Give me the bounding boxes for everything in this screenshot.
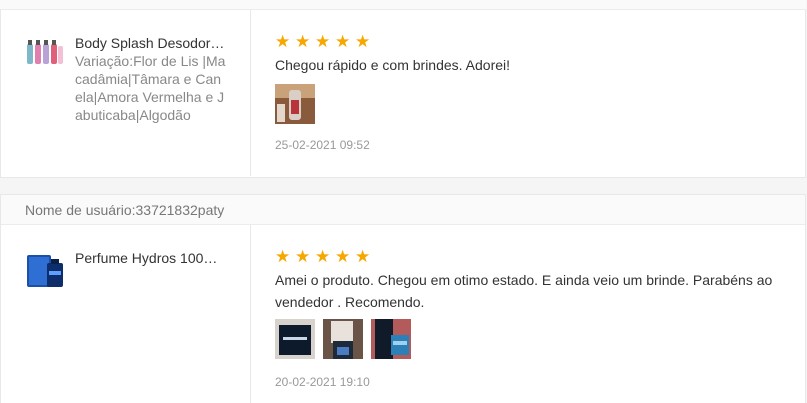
rating-stars: ★ ★ ★ ★ ★ xyxy=(275,247,371,266)
star-icon: ★ xyxy=(275,32,291,51)
product-thumbnail[interactable] xyxy=(25,34,65,74)
star-icon: ★ xyxy=(295,247,311,266)
photo-thumbnail-icon xyxy=(275,319,315,359)
review-username: Nome de usuário:33721832paty xyxy=(1,195,805,225)
star-icon: ★ xyxy=(335,247,351,266)
review-date: 20-02-2021 19:10 xyxy=(275,375,370,389)
review-content: ★ ★ ★ ★ ★ Chegou rápido e com brindes. A… xyxy=(251,10,805,176)
product-thumbnail[interactable] xyxy=(25,249,65,289)
review-card: Body Splash Desodora… Variação:Flor de L… xyxy=(0,10,806,178)
review-card: Nome de usuário:33721832paty Perfume Hyd… xyxy=(0,194,806,403)
perfume-box-icon xyxy=(27,255,63,287)
star-icon: ★ xyxy=(315,32,331,51)
review-photo[interactable] xyxy=(371,319,411,359)
star-icon: ★ xyxy=(355,32,371,51)
product-name[interactable]: Body Splash Desodora… xyxy=(75,34,227,52)
product-variation: Variação:Flor de Lis |Macadâmia|Tâmara e… xyxy=(75,53,226,123)
review-comment: Amei o produto. Chegou em otimo estado. … xyxy=(275,272,773,310)
review-date: 25-02-2021 09:52 xyxy=(275,138,370,152)
photo-thumbnail-icon xyxy=(323,319,363,359)
review-photos xyxy=(275,84,315,124)
review-comment: Chegou rápido e com brindes. Adorei! xyxy=(275,57,511,73)
review-photos xyxy=(275,319,411,359)
photo-thumbnail-icon xyxy=(275,84,315,124)
star-icon: ★ xyxy=(335,32,351,51)
product-name[interactable]: Perfume Hydros 100m… xyxy=(75,249,227,267)
product-info[interactable]: Body Splash Desodora… Variação:Flor de L… xyxy=(1,10,251,176)
product-info[interactable]: Perfume Hydros 100m… xyxy=(1,225,251,403)
star-icon: ★ xyxy=(355,247,371,266)
rating-stars: ★ ★ ★ ★ ★ xyxy=(275,32,371,51)
photo-thumbnail-icon xyxy=(371,319,411,359)
star-icon: ★ xyxy=(315,247,331,266)
review-photo[interactable] xyxy=(323,319,363,359)
star-icon: ★ xyxy=(295,32,311,51)
body-splash-bottles-icon xyxy=(27,40,63,64)
review-photo[interactable] xyxy=(275,84,315,124)
review-content: ★ ★ ★ ★ ★ Amei o produto. Chegou em otim… xyxy=(251,225,805,403)
review-photo[interactable] xyxy=(275,319,315,359)
star-icon: ★ xyxy=(275,247,291,266)
review-card-header-partial xyxy=(0,0,806,10)
